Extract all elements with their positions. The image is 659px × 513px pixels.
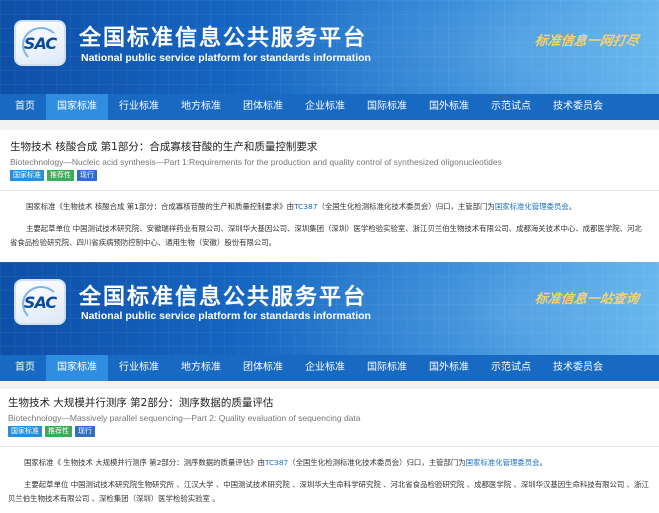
tag-current: 现行: [75, 426, 95, 437]
nav-item-foreign-standard[interactable]: 国外标准: [418, 94, 480, 120]
tag-national-standard: 国家标准: [10, 170, 44, 181]
nav-item-enterprise-standard[interactable]: 企业标准: [294, 355, 356, 381]
banner-slogan: 标准信息一站查询: [533, 292, 640, 307]
standard-panel-2: SAC 全国标准信息公共服务平台 National public service…: [0, 262, 659, 513]
standard-title-en: Biotechnology—Massively parallel sequenc…: [8, 413, 361, 423]
authority-link[interactable]: 国家标准化管理委员会: [466, 458, 540, 467]
nav-item-local-standard[interactable]: 地方标准: [170, 94, 232, 120]
logo-text: SAC: [23, 293, 57, 312]
site-title-en: National public service platform for sta…: [81, 310, 371, 322]
banner-slogan: 标准信息一网打尽: [533, 34, 640, 49]
nav-item-national-standard[interactable]: 国家标准: [46, 355, 108, 381]
tag-recommended: 推荐性: [47, 170, 74, 181]
nav-item-committee[interactable]: 技术委员会: [542, 94, 614, 120]
standard-panel-1: SAC 全国标准信息公共服务平台 National public service…: [0, 0, 659, 262]
authority-link[interactable]: 国家标准化管理委员会: [495, 202, 569, 211]
nav-item-national-standard[interactable]: 国家标准: [46, 94, 108, 120]
divider: [0, 190, 659, 191]
standard-title: 生物技术 大规模并行测序 第2部分：测序数据的质量评估: [8, 397, 274, 409]
drafting-units: 主要起草单位 中国测试技术研究院、安徽瑞祥药业有限公司、深圳华大基因公司、深圳集…: [10, 224, 642, 247]
nav-item-local-standard[interactable]: 地方标准: [170, 355, 232, 381]
site-banner: SAC 全国标准信息公共服务平台 National public service…: [0, 262, 659, 355]
nav-item-pilot[interactable]: 示范试点: [480, 355, 542, 381]
nav-item-international-standard[interactable]: 国际标准: [356, 355, 418, 381]
standard-title-en: Biotechnology—Nucleic acid synthesis—Par…: [10, 157, 502, 167]
standard-detail: 生物技术 核酸合成 第1部分：合成寡核苷酸的生产和质量控制要求 Biotechn…: [0, 130, 659, 250]
nav-item-home[interactable]: 首页: [4, 94, 46, 120]
standard-detail: 生物技术 大规模并行测序 第2部分：测序数据的质量评估 Biotechnolog…: [0, 389, 659, 506]
main-nav: 首页 国家标准 行业标准 地方标准 团体标准 企业标准 国际标准 国外标准 示范…: [0, 94, 659, 120]
description-prefix: 国家标准《 生物技术 大规模并行测序 第2部分：测序数据的质量评估》由: [24, 458, 265, 467]
tag-current: 现行: [77, 170, 97, 181]
nav-item-home[interactable]: 首页: [4, 355, 46, 381]
section-gap: [0, 381, 659, 389]
site-title-en: National public service platform for sta…: [81, 52, 371, 64]
standard-tags: 国家标准 推荐性 现行: [8, 426, 651, 437]
nav-item-group-standard[interactable]: 团体标准: [232, 94, 294, 120]
nav-item-industry-standard[interactable]: 行业标准: [108, 94, 170, 120]
description-mid: （全国生化检测标准化技术委员会）归口，主管部门为: [317, 202, 495, 211]
standard-description: 国家标准《 生物技术 大规模并行测序 第2部分：测序数据的质量评估》由TC387…: [8, 456, 651, 470]
nav-item-industry-standard[interactable]: 行业标准: [108, 355, 170, 381]
drafting-units: 主要起草单位 中国测试技术研究院生物研究所 、江汉大学 、中国测试技术研究院 、…: [8, 480, 649, 503]
divider: [0, 446, 659, 447]
standard-title: 生物技术 核酸合成 第1部分：合成寡核苷酸的生产和质量控制要求: [10, 141, 318, 153]
site-title: 全国标准信息公共服务平台: [79, 285, 368, 310]
description-suffix: 。: [568, 202, 577, 211]
tag-national-standard: 国家标准: [8, 426, 42, 437]
sac-logo[interactable]: SAC: [14, 20, 66, 66]
description-suffix: 。: [539, 458, 547, 467]
committee-link[interactable]: TC387: [265, 458, 288, 467]
section-gap: [0, 120, 659, 130]
nav-item-international-standard[interactable]: 国际标准: [356, 94, 418, 120]
nav-item-group-standard[interactable]: 团体标准: [232, 355, 294, 381]
site-banner: SAC 全国标准信息公共服务平台 National public service…: [0, 0, 659, 94]
nav-item-pilot[interactable]: 示范试点: [480, 94, 542, 120]
standard-description: 国家标准《生物技术 核酸合成 第1部分：合成寡核苷酸的生产和质量控制要求》由TC…: [10, 200, 649, 214]
nav-item-foreign-standard[interactable]: 国外标准: [418, 355, 480, 381]
tag-recommended: 推荐性: [45, 426, 72, 437]
nav-item-committee[interactable]: 技术委员会: [542, 355, 614, 381]
logo-text: SAC: [23, 34, 57, 53]
sac-logo[interactable]: SAC: [14, 279, 66, 325]
nav-item-enterprise-standard[interactable]: 企业标准: [294, 94, 356, 120]
description-mid: （全国生化检测标准化技术委员会）归口，主管部门为: [288, 458, 466, 467]
standard-tags: 国家标准 推荐性 现行: [10, 170, 649, 181]
description-prefix: 国家标准《生物技术 核酸合成 第1部分：合成寡核苷酸的生产和质量控制要求》由: [26, 202, 295, 211]
committee-link[interactable]: TC387: [294, 202, 317, 211]
site-title: 全国标准信息公共服务平台: [79, 26, 368, 51]
main-nav: 首页 国家标准 行业标准 地方标准 团体标准 企业标准 国际标准 国外标准 示范…: [0, 355, 659, 381]
